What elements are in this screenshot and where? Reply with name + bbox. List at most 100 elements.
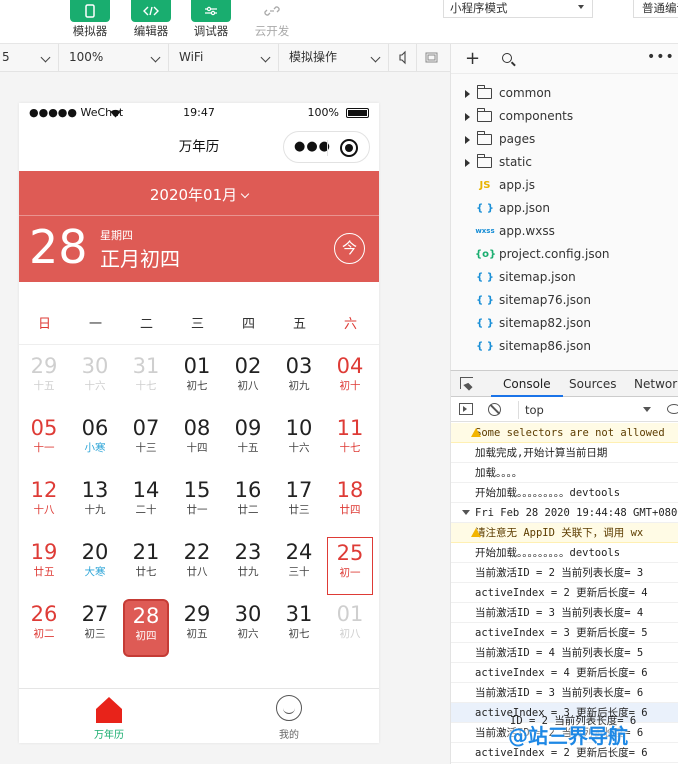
folder-icon	[476, 154, 492, 168]
editor-button[interactable]: 编辑器	[121, 0, 181, 39]
today-button[interactable]: 今	[334, 233, 365, 264]
calendar-day-cell[interactable]: 27 初三	[72, 599, 118, 657]
menu-capsule[interactable]: ●●●	[283, 131, 370, 163]
folder-item[interactable]: static	[451, 151, 678, 174]
file-item[interactable]: { } app.json	[451, 197, 678, 220]
day-number: 15	[183, 478, 211, 502]
volume-button[interactable]	[389, 44, 417, 71]
simulator-button[interactable]: 模拟器	[60, 0, 120, 39]
device-select[interactable]: 5	[0, 44, 59, 71]
calendar-day-cell[interactable]: 22 廿八	[174, 537, 220, 595]
calendar-day-cell[interactable]: 26 初二	[21, 599, 67, 657]
cloud-dev-button[interactable]: 云开发	[242, 0, 302, 39]
calendar-day-cell[interactable]: 25 初一	[327, 537, 373, 595]
debugger-button[interactable]: 调试器	[181, 0, 241, 39]
calendar-day-cell[interactable]: 18 廿四	[327, 475, 373, 533]
calendar-day-cell[interactable]: 14 二十	[123, 475, 169, 533]
folder-name: static	[499, 155, 532, 169]
calendar-day-cell[interactable]: 31 十七	[123, 351, 169, 409]
calendar-day-cell[interactable]: 21 廿七	[123, 537, 169, 595]
detach-button[interactable]	[417, 44, 445, 71]
file-item[interactable]: wxss app.wxss	[451, 220, 678, 243]
calendar-day-cell[interactable]: 06 小寒	[72, 413, 118, 471]
add-file-icon[interactable]: +	[465, 50, 480, 68]
folder-item[interactable]: components	[451, 105, 678, 128]
eye-icon[interactable]	[667, 404, 678, 414]
log-text: 当前激活ID = 3 当前列表长度= 6	[475, 687, 644, 699]
calendar-day-cell[interactable]: 23 廿九	[225, 537, 271, 595]
cloud-dev-label: 云开发	[254, 24, 290, 38]
day-number: 30	[234, 602, 262, 626]
clear-console-icon[interactable]	[488, 403, 501, 416]
calendar-day-cell[interactable]: 04 初十	[327, 351, 373, 409]
tab-network[interactable]: Network	[634, 371, 678, 397]
compile-mode-select[interactable]: 普通编译	[633, 0, 678, 18]
calendar-day-cell[interactable]: 24 三十	[276, 537, 322, 595]
tab-profile[interactable]: 我的	[199, 689, 379, 743]
network-select[interactable]: WiFi	[169, 44, 279, 71]
calendar-day-cell[interactable]: 05 十一	[21, 413, 67, 471]
tab-console[interactable]: Console	[491, 371, 563, 397]
file-item[interactable]: JS app.js	[451, 174, 678, 197]
sidebar-toggle-icon[interactable]	[459, 403, 473, 415]
expand-arrow-icon[interactable]	[465, 136, 470, 144]
calendar-day-cell[interactable]: 10 十六	[276, 413, 322, 471]
calendar-day-cell[interactable]: 30 十六	[72, 351, 118, 409]
collapse-arrow-icon[interactable]	[462, 510, 470, 515]
close-target-icon[interactable]	[340, 139, 358, 157]
folder-item[interactable]: pages	[451, 128, 678, 151]
warning-icon	[471, 528, 481, 537]
calendar-day-cell[interactable]: 01 初八	[327, 599, 373, 657]
capsule-divider	[327, 140, 328, 156]
file-item[interactable]: { } sitemap76.json	[451, 289, 678, 312]
more-options-icon[interactable]: •••	[647, 49, 675, 65]
calendar-day-cell[interactable]: 12 十八	[21, 475, 67, 533]
inspect-element-icon[interactable]	[460, 377, 475, 391]
calendar-day-cell[interactable]: 08 十四	[174, 413, 220, 471]
operation-select[interactable]: 模拟操作	[279, 44, 389, 71]
calendar-day-cell[interactable]: 02 初八	[225, 351, 271, 409]
expand-arrow-icon[interactable]	[465, 90, 470, 98]
calendar-day-cell[interactable]: 19 廿五	[21, 537, 67, 595]
month-picker[interactable]: 2020年01月	[19, 184, 379, 205]
calendar-day-cell[interactable]: 15 廿一	[174, 475, 220, 533]
calendar-day-cell[interactable]: 30 初六	[225, 599, 271, 657]
day-number: 04	[336, 354, 364, 378]
calendar-day-cell[interactable]: 09 十五	[225, 413, 271, 471]
calendar-day-cell[interactable]: 03 初九	[276, 351, 322, 409]
caret-down-icon	[643, 407, 651, 412]
calendar-day-cell[interactable]: 28 初四	[123, 599, 169, 657]
console-group-header[interactable]: Fri Feb 28 2020 19:44:48 GMT+0800	[451, 503, 678, 523]
log-text: Fri Feb 28 2020 19:44:48 GMT+0800	[475, 507, 678, 519]
file-type-icon: { }	[476, 295, 494, 306]
folder-item[interactable]: common	[451, 82, 678, 105]
lunar-label: 十三	[135, 442, 157, 454]
calendar-day-cell[interactable]: 29 初五	[174, 599, 220, 657]
more-dots-icon[interactable]: ●●●	[294, 140, 331, 153]
lunar-label: 廿八	[186, 566, 208, 578]
tab-calendar[interactable]: 万年历	[19, 689, 199, 743]
tab-sources[interactable]: Sources	[569, 371, 616, 397]
file-item[interactable]: { } sitemap.json	[451, 266, 678, 289]
file-item[interactable]: { } sitemap86.json	[451, 335, 678, 358]
file-type-icon: {o}	[475, 249, 497, 260]
expand-arrow-icon[interactable]	[465, 113, 470, 121]
expand-arrow-icon[interactable]	[465, 159, 470, 167]
zoom-select[interactable]: 100%	[59, 44, 169, 71]
calendar-day-cell[interactable]: 01 初七	[174, 351, 220, 409]
calendar-day-cell[interactable]: 31 初七	[276, 599, 322, 657]
context-select[interactable]: top	[518, 401, 655, 419]
mode-select[interactable]: 小程序模式	[443, 0, 593, 18]
folder-icon	[476, 108, 492, 122]
calendar-day-cell[interactable]: 16 廿二	[225, 475, 271, 533]
calendar-day-cell[interactable]: 13 十九	[72, 475, 118, 533]
calendar-day-cell[interactable]: 11 十七	[327, 413, 373, 471]
calendar-day-cell[interactable]: 29 十五	[21, 351, 67, 409]
calendar-day-cell[interactable]: 17 廿三	[276, 475, 322, 533]
lunar-label: 初八	[237, 380, 259, 392]
search-icon[interactable]	[502, 53, 516, 67]
calendar-day-cell[interactable]: 20 大寒	[72, 537, 118, 595]
calendar-day-cell[interactable]: 07 十三	[123, 413, 169, 471]
file-item[interactable]: {o} project.config.json	[451, 243, 678, 266]
file-item[interactable]: { } sitemap82.json	[451, 312, 678, 335]
